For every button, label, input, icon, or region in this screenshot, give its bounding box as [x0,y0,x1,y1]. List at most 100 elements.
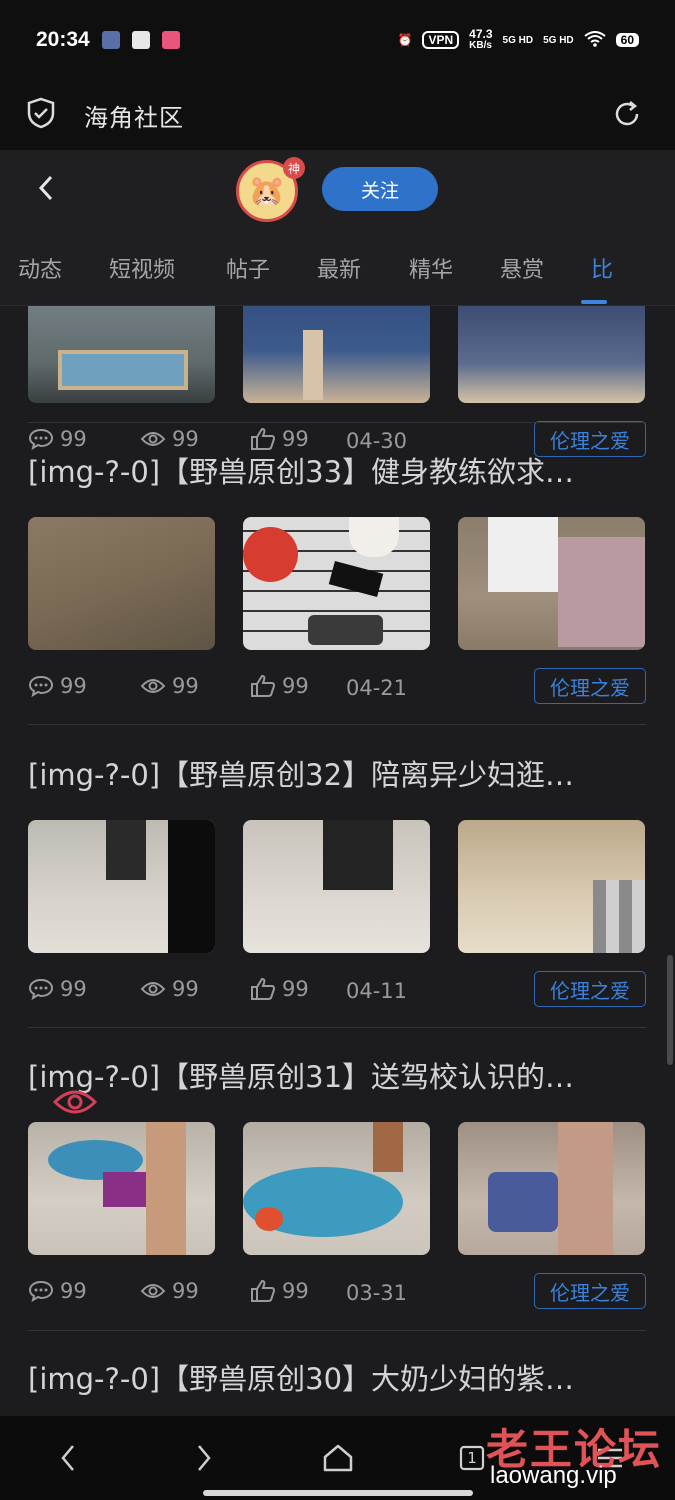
comment-icon [28,1280,54,1302]
thumbs-up-icon [251,977,276,1000]
home-indicator[interactable] [203,1490,473,1496]
like-value: 99 [282,427,309,451]
tab-dynamics[interactable]: 动态 [18,252,62,284]
app-title: 海角社区 [84,103,184,132]
nav-home-icon[interactable] [316,1436,360,1480]
photo-detail [303,330,323,400]
post-thumbnail[interactable] [28,820,215,953]
post-thumbnail[interactable] [458,820,645,953]
post-title[interactable]: [img-?-0]【野兽原创30】大奶少妇的紫… [28,1358,646,1400]
thumbs-up-icon [251,427,276,450]
post-date: 04-30 [346,429,408,453]
photo-detail [58,350,188,390]
nav-forward-icon[interactable] [182,1436,226,1480]
comment-value: 99 [60,674,87,698]
category-tag[interactable]: 伦理之爱 [534,971,646,1007]
tab-featured[interactable]: 精华 [409,252,453,284]
vpn-indicator: VPN [422,31,460,49]
photo-detail [106,820,146,880]
view-value: 99 [172,1279,199,1303]
post-card[interactable]: [img-?-0]【野兽原创30】大奶少妇的紫… [28,1358,646,1416]
comment-icon [28,428,54,450]
speed-unit: KB/s [469,40,492,51]
post-title[interactable]: [img-?-0]【野兽原创33】健身教练欲求… [28,451,646,493]
post-date: 03-31 [346,1281,408,1305]
post-thumbnail[interactable] [458,1122,645,1255]
shield-check-icon [26,97,56,133]
post-date: 04-11 [346,979,408,1003]
post-card[interactable]: [img-?-0]【野兽原创33】健身教练欲求… 99 99 99 04-21 … [28,451,646,704]
scrollbar[interactable] [667,955,673,1065]
view-value: 99 [172,977,199,1001]
nav-back-icon[interactable] [46,1436,90,1480]
photo-detail [243,527,298,582]
post-card[interactable]: [img-?-0]【野兽原创31】送驾校认识的… 99 99 99 03-31 … [28,1056,646,1309]
post-thumbnail[interactable] [243,820,430,953]
like-count[interactable]: 99 [250,427,309,451]
post-card[interactable]: 99 99 99 04-30 伦理之爱 [28,306,646,457]
speed-value: 47.3 [469,27,493,41]
tab-short-videos[interactable]: 短视频 [109,252,175,284]
hamster-avatar-icon: 🐹 [248,173,286,209]
comment-icon [28,675,54,697]
view-count: 99 [140,427,199,451]
comment-count[interactable]: 99 [28,674,87,698]
eye-overlay-icon[interactable] [52,1086,98,1118]
battery-indicator: 60 [615,33,639,47]
signal-1: 5G HD [502,34,534,46]
refresh-icon[interactable] [605,92,649,136]
notification-app-icon [161,31,180,49]
category-tag[interactable]: 伦理之爱 [534,668,646,704]
mosaic-blur [593,880,645,953]
eye-icon [140,432,166,446]
comment-icon [28,978,54,1000]
post-thumbnail[interactable] [28,306,215,403]
comment-count[interactable]: 99 [28,427,87,451]
category-tag[interactable]: 伦理之爱 [534,1273,646,1309]
tab-posts[interactable]: 帖子 [226,252,270,284]
like-count[interactable]: 99 [250,977,309,1001]
like-value: 99 [282,674,309,698]
thumbnail-row [28,820,646,953]
post-title[interactable]: [img-?-0]【野兽原创32】陪离异少妇逛… [28,754,646,796]
post-thumbnail[interactable] [243,517,430,650]
post-card[interactable]: [img-?-0]【野兽原创32】陪离异少妇逛… 99 99 99 04-11 … [28,754,646,1007]
tabs-count: 1 [467,1449,477,1467]
tab-active[interactable]: 比 [591,252,675,284]
clock: 20:34 [36,28,90,51]
post-thumbnail[interactable] [243,306,430,403]
post-title[interactable]: [img-?-0]【野兽原创31】送驾校认识的… [28,1056,646,1098]
photo-detail [255,1207,283,1231]
divider [28,724,646,725]
view-count: 99 [140,674,199,698]
tab-latest[interactable]: 最新 [317,252,361,284]
photo-detail [168,820,215,953]
comment-value: 99 [60,1279,87,1303]
like-count[interactable]: 99 [250,1279,309,1303]
photo-detail [558,537,645,647]
status-right: ⏰ VPN 47.3 KB/s 5G HD 5G HD 60 [398,28,639,52]
comment-count[interactable]: 99 [28,977,87,1001]
follow-button[interactable]: 关注 [322,167,438,211]
back-arrow-icon[interactable] [28,170,64,206]
post-thumbnail[interactable] [28,1122,215,1255]
tab-bar: 动态 短视频 帖子 最新 精华 悬赏 比 [0,230,675,306]
like-value: 99 [282,977,309,1001]
post-meta: 99 99 99 04-11 伦理之爱 [28,971,646,1007]
view-count: 99 [140,977,199,1001]
photo-detail [488,1172,558,1232]
eye-icon [140,679,166,693]
post-feed[interactable]: 99 99 99 04-30 伦理之爱 [img-?-0]【野兽原创33】健身教… [0,306,675,1416]
avatar[interactable]: 🐹 神 [236,157,305,222]
post-thumbnail[interactable] [458,517,645,650]
status-left: 20:34 [36,28,180,52]
post-thumbnail[interactable] [458,306,645,403]
thumbnail-row [28,1122,646,1255]
tab-bounty[interactable]: 悬赏 [500,252,544,284]
comment-count[interactable]: 99 [28,1279,87,1303]
thumbnail-row [28,517,646,650]
photo-detail [373,1122,403,1172]
post-thumbnail[interactable] [243,1122,430,1255]
post-thumbnail[interactable] [28,517,215,650]
like-count[interactable]: 99 [250,674,309,698]
